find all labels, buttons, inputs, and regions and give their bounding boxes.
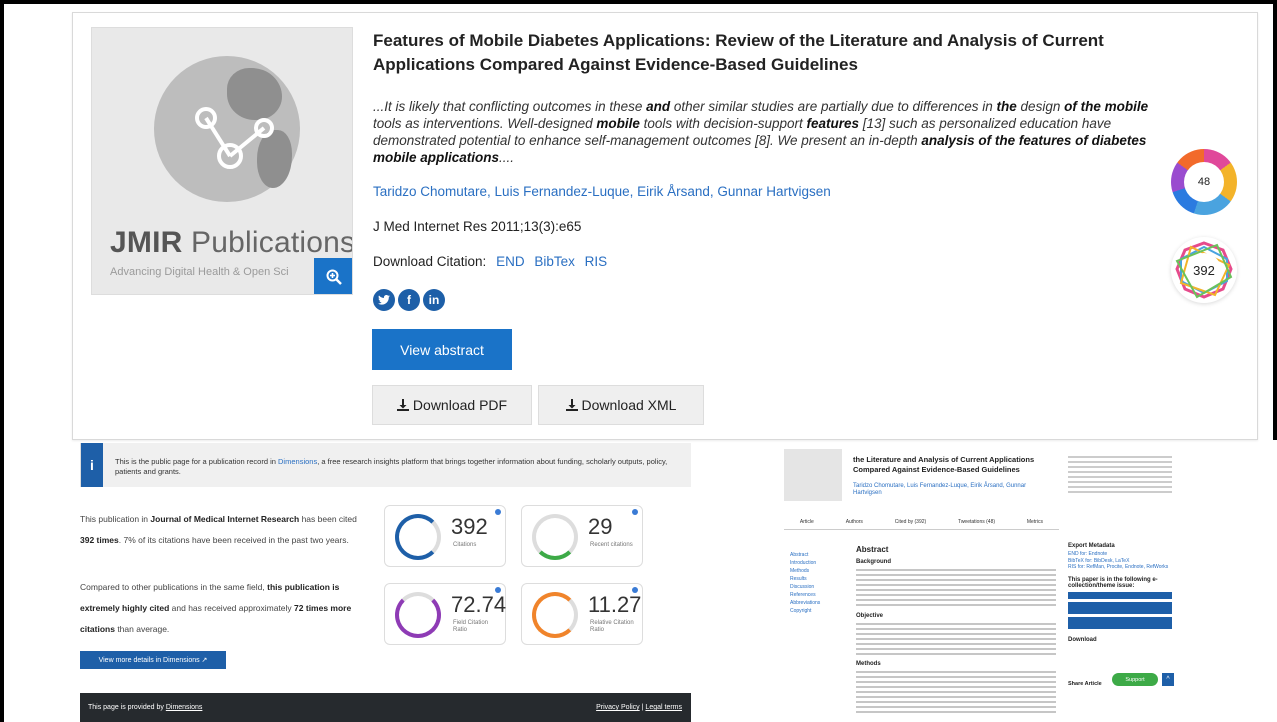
metric-recent-citations[interactable]: 29 Recent citations <box>521 505 643 567</box>
section-heading: Background <box>856 559 892 565</box>
nav-item[interactable]: Results <box>790 575 840 583</box>
tab-article[interactable]: Article <box>800 519 814 529</box>
nav-item[interactable]: Copyright <box>790 607 840 615</box>
scroll-top-button[interactable]: ^ <box>1162 673 1174 686</box>
view-dimensions-button[interactable]: View more details in Dimensions ↗ <box>80 651 226 669</box>
authors-link[interactable]: Taridzo Chomutare, Luis Fernandez-Luque,… <box>373 184 831 199</box>
citation-end-link[interactable]: END <box>496 254 525 269</box>
facebook-icon[interactable]: f <box>398 289 420 311</box>
collection-link[interactable] <box>1068 616 1172 629</box>
help-dot-icon[interactable] <box>495 509 501 515</box>
info-icon: i <box>81 443 103 487</box>
abstract-text <box>856 569 1056 609</box>
frame-border-right <box>1273 0 1277 440</box>
help-dot-icon[interactable] <box>632 509 638 515</box>
collection-link[interactable] <box>1068 601 1172 614</box>
article-section-nav: Abstract Introduction Methods Results Di… <box>790 551 840 615</box>
search-snippet: ...It is likely that conflicting outcome… <box>373 99 1149 165</box>
article-page-authors[interactable]: Taridzo Chomutare, Luis Fernandez-Luque,… <box>853 483 1053 497</box>
download-icon <box>565 399 578 411</box>
section-heading: Methods <box>856 661 881 667</box>
article-tabs: Article Authors Cited by (392) Tweetatio… <box>784 519 1059 530</box>
publication-card: JMIR Publications Advancing Digital Heal… <box>72 12 1258 440</box>
dimensions-footer: This page is provided by Dimensions Priv… <box>80 693 691 722</box>
share-article-label: Share Article <box>1068 681 1102 687</box>
jmir-tagline: Advancing Digital Health & Open Sci <box>110 266 289 278</box>
nav-item[interactable]: Introduction <box>790 559 840 567</box>
info-banner: i This is the public page for a publicat… <box>80 443 691 487</box>
network-nodes-icon <box>195 107 274 169</box>
article-page-title: the Literature and Analysis of Current A… <box>853 455 1035 474</box>
help-dot-icon[interactable] <box>495 587 501 593</box>
download-xml-button[interactable]: Download XML <box>538 385 704 425</box>
altmetric-score: 48 <box>1184 162 1224 202</box>
zoom-button[interactable] <box>314 258 352 294</box>
tab-tweetations[interactable]: Tweetations (48) <box>958 519 995 529</box>
nav-item[interactable]: Methods <box>790 567 840 575</box>
dimensions-badge[interactable]: 392 <box>1171 237 1237 303</box>
download-citation: Download Citation: END BibTex RIS <box>373 254 607 269</box>
export-metadata-box: Export Metadata END for: Endnote BibTeX … <box>1068 543 1172 645</box>
info-text: This is the public page for a publicatio… <box>115 457 668 476</box>
citation-bibtex-link[interactable]: BibTex <box>534 254 575 269</box>
tab-authors[interactable]: Authors <box>846 519 863 529</box>
frame-border-top <box>0 0 1277 4</box>
privacy-policy-link[interactable]: Privacy Policy <box>596 704 640 711</box>
social-share: f in <box>373 289 445 311</box>
legal-terms-link[interactable]: Legal terms <box>645 704 682 711</box>
article-title[interactable]: Features of Mobile Diabetes Applications… <box>373 29 1173 77</box>
view-abstract-button[interactable]: View abstract <box>372 329 512 370</box>
dimensions-link[interactable]: Dimensions <box>278 457 317 466</box>
nav-item[interactable]: Abstract <box>790 551 840 559</box>
tab-metrics[interactable]: Metrics <box>1027 519 1043 529</box>
download-pdf-button[interactable]: Download PDF <box>372 385 532 425</box>
twitter-icon[interactable] <box>373 289 395 311</box>
help-dot-icon[interactable] <box>632 587 638 593</box>
rcr-ring-icon <box>532 592 578 638</box>
abstract-heading: Abstract <box>856 545 889 554</box>
jmir-logo: JMIR Publications <box>110 226 353 259</box>
metric-field-citation-ratio[interactable]: 72.74 Field Citation Ratio <box>384 583 506 645</box>
article-meta-sidebar <box>1068 453 1172 496</box>
frame-border-left <box>0 0 4 722</box>
section-heading: Objective <box>856 613 884 619</box>
nav-item[interactable]: Abbreviations <box>790 599 840 607</box>
citation-comparison: Compared to other publications in the sa… <box>80 582 352 634</box>
abstract-text <box>856 671 1056 716</box>
download-citation-label: Download Citation: <box>373 254 487 269</box>
linkedin-icon[interactable]: in <box>423 289 445 311</box>
zoom-in-icon <box>326 269 342 285</box>
citation-summary: This publication in Journal of Medical I… <box>80 514 357 545</box>
metric-citations[interactable]: 392 Citations <box>384 505 506 567</box>
download-icon <box>396 399 409 411</box>
journal-thumbnail[interactable]: JMIR Publications Advancing Digital Heal… <box>91 27 353 295</box>
dimensions-panel: i This is the public page for a publicat… <box>40 443 691 722</box>
nav-item[interactable]: References <box>790 591 840 599</box>
altmetric-badge[interactable]: 48 <box>1171 149 1237 215</box>
chevron-up-icon: ^ <box>1166 676 1170 683</box>
collection-link[interactable] <box>1068 591 1172 599</box>
article-page-preview: the Literature and Analysis of Current A… <box>784 443 1178 722</box>
footer-dimensions-link[interactable]: Dimensions <box>166 704 203 711</box>
support-button[interactable]: Support <box>1112 673 1158 686</box>
dimensions-citation-count: 392 <box>1193 262 1215 278</box>
journal-citation: J Med Internet Res 2011;13(3):e65 <box>373 219 582 234</box>
tab-cited-by[interactable]: Cited by (392) <box>895 519 926 529</box>
nav-item[interactable]: Discussion <box>790 583 840 591</box>
metric-relative-citation-ratio[interactable]: 11.27 Relative Citation Ratio <box>521 583 643 645</box>
citation-ris-link[interactable]: RIS <box>585 254 608 269</box>
recent-citations-ring-icon <box>532 514 578 560</box>
article-thumbnail <box>784 449 842 501</box>
fcr-ring-icon <box>395 592 441 638</box>
abstract-text <box>856 623 1056 658</box>
citations-ring-icon <box>395 514 441 560</box>
